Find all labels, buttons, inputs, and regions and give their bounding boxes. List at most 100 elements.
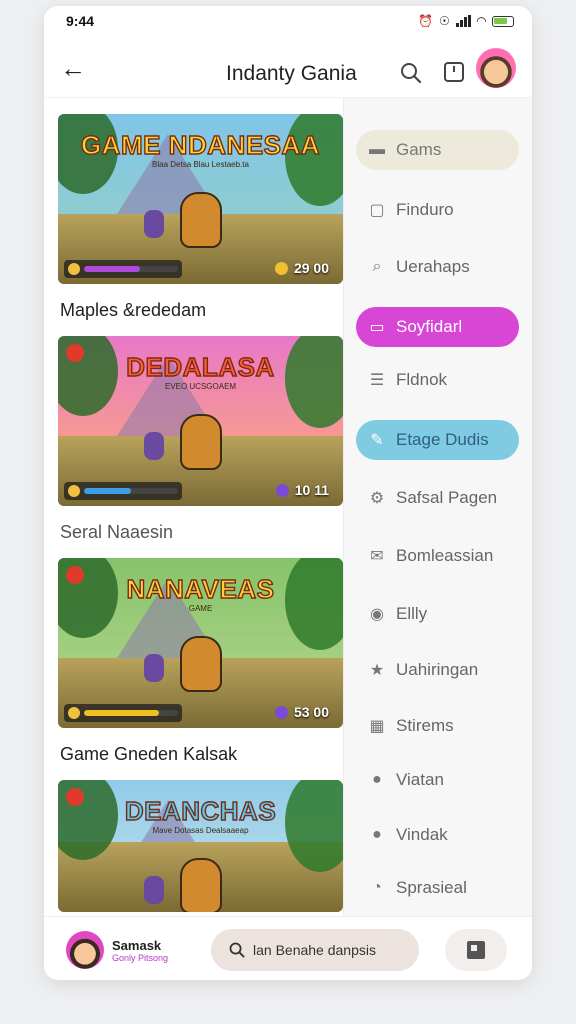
sidebar-item-label: Safsal Pagen bbox=[396, 488, 498, 507]
enemy-character-art bbox=[144, 210, 164, 238]
game-logo-subtitle: GAME bbox=[188, 604, 213, 613]
enemy-character-art bbox=[144, 432, 164, 460]
enemy-character-art bbox=[144, 654, 164, 682]
game-title-label[interactable]: Game Gneden Kalsak bbox=[58, 728, 344, 780]
game-thumbnail[interactable]: GAME NDANESAA Blaa Detsa Blau Lestaeb.ta… bbox=[58, 114, 343, 284]
game-title-label[interactable]: Seral Naaesin bbox=[58, 506, 344, 558]
progress-bar bbox=[84, 488, 178, 494]
game-logo-subtitle: Blaa Detsa Blau Lestaeb.ta bbox=[152, 160, 249, 169]
coin-icon bbox=[274, 261, 288, 275]
coin-icon bbox=[274, 705, 288, 719]
bottom-search-input[interactable]: lan Benahe danpsis bbox=[211, 929, 419, 971]
sidebar-item[interactable]: ▢ Finduro bbox=[356, 190, 519, 230]
score-value: 10 11 bbox=[294, 482, 329, 498]
game-thumbnail[interactable]: DEANCHAS Mave Dotasas Dealsaaeap bbox=[58, 780, 343, 912]
status-icons: ⏰ ☉ ◠ bbox=[418, 14, 514, 28]
hero-character-art bbox=[180, 858, 222, 912]
health-hud bbox=[64, 704, 182, 722]
sidebar-item[interactable]: ✉ Bomleassian bbox=[356, 536, 519, 576]
user-subtitle: Gonly Pitsong bbox=[112, 952, 169, 963]
progress-bar bbox=[84, 710, 178, 716]
expand-icon bbox=[467, 941, 485, 959]
sidebar-item[interactable]: ☰ Fldnok bbox=[356, 360, 519, 400]
alarm-icon: ⏰ bbox=[418, 14, 433, 28]
health-hud bbox=[64, 482, 182, 500]
sidebar-item[interactable]: ◔ Sprasieal bbox=[356, 868, 519, 908]
square-icon: ▭ bbox=[369, 319, 385, 336]
avatar[interactable] bbox=[476, 48, 516, 88]
battery-icon bbox=[492, 15, 514, 27]
hero-character-art bbox=[180, 414, 222, 470]
player-icon bbox=[68, 263, 80, 275]
gear-icon: ⚙ bbox=[369, 490, 385, 507]
sidebar-item-label: Fldnok bbox=[396, 370, 448, 389]
search-icon bbox=[229, 942, 245, 958]
sidebar-item[interactable]: ● Vindak bbox=[356, 815, 519, 855]
game-logo-subtitle: EVEO UCSGOAEM bbox=[164, 382, 237, 391]
live-badge-icon bbox=[66, 344, 84, 362]
sidebar-item-label: Ellly bbox=[396, 604, 428, 623]
document-icon: ▢ bbox=[369, 202, 385, 219]
game-logo-title: NANAVEAS bbox=[126, 574, 275, 604]
status-bar: 9:44 ⏰ ☉ ◠ bbox=[44, 6, 532, 36]
sidebar-item[interactable]: ◉ Ellly bbox=[356, 594, 519, 634]
bottom-bar: Samask Gonly Pitsong lan Benahe danpsis bbox=[44, 916, 532, 980]
score-value: 53 00 bbox=[293, 704, 329, 720]
sidebar-item[interactable]: ⌕ Uerahaps bbox=[356, 247, 519, 287]
sidebar-item-label: Sprasieal bbox=[396, 878, 467, 897]
sidebar-item-label: Gams bbox=[396, 140, 442, 159]
game-logo-title: GAME NDANESAA bbox=[80, 130, 321, 160]
signal-icon bbox=[455, 15, 471, 27]
sidebar-item-label: Vindak bbox=[396, 825, 448, 844]
magnify-icon: ◉ bbox=[370, 606, 384, 623]
game-title-label[interactable]: Maples &rededam bbox=[58, 284, 344, 336]
grid-icon: ▦ bbox=[369, 718, 385, 735]
sidebar-item[interactable]: ✎ Etage Dudis bbox=[356, 420, 519, 460]
hero-character-art bbox=[180, 636, 222, 692]
sidebar-item-label: Finduro bbox=[396, 200, 454, 219]
hero-character-art bbox=[180, 192, 222, 248]
sidebar-item-label: Stirems bbox=[396, 716, 454, 735]
search-icon: ⌕ bbox=[372, 258, 382, 275]
game-thumbnail[interactable]: NANAVEAS GAME 53 00 bbox=[58, 558, 343, 728]
player-icon bbox=[68, 707, 80, 719]
wifi-icon: ◠ bbox=[476, 14, 486, 28]
sidebar: ▬ Gams ▢ Finduro ⌕ Uerahaps ▭ Soyfidarl ☰ Fldnok ✎… bbox=[343, 98, 532, 918]
search-text: lan Benahe danpsis bbox=[253, 942, 376, 958]
health-hud bbox=[64, 260, 182, 278]
notification-icon[interactable] bbox=[444, 62, 464, 82]
sidebar-item-label: Soyfidarl bbox=[396, 317, 463, 336]
enemy-character-art bbox=[144, 876, 164, 904]
sidebar-item[interactable]: ⚙ Safsal Pagen bbox=[356, 478, 519, 518]
game-logo-title: DEANCHAS bbox=[124, 796, 277, 826]
player-icon bbox=[68, 485, 80, 497]
search-icon[interactable] bbox=[400, 62, 422, 84]
game-thumbnail[interactable]: DEDALASA EVEO UCSGOAEM 10 11 bbox=[58, 336, 343, 506]
coin-icon bbox=[275, 483, 289, 497]
score-display: 29 00 bbox=[274, 260, 329, 276]
sidebar-item-label: Bomleassian bbox=[396, 546, 494, 565]
sidebar-item-label: Uerahaps bbox=[396, 257, 470, 276]
card-icon: ☰ bbox=[369, 372, 385, 389]
game-logo-title: DEDALASA bbox=[126, 352, 275, 382]
mail-icon: ✉ bbox=[370, 548, 384, 565]
game-feed: GAME NDANESAA Blaa Detsa Blau Lestaeb.ta… bbox=[58, 114, 344, 912]
sidebar-item-label: Viatan bbox=[396, 770, 444, 789]
back-arrow-icon[interactable]: ← bbox=[60, 55, 86, 81]
folder-icon: ▬ bbox=[369, 141, 385, 158]
sidebar-item[interactable]: ▬ Gams bbox=[356, 130, 519, 170]
sidebar-item[interactable]: ▭ Soyfidarl bbox=[356, 307, 519, 347]
info-icon: ● bbox=[372, 771, 382, 788]
sidebar-item[interactable]: ▦ Stirems bbox=[356, 706, 519, 746]
score-display: 10 11 bbox=[275, 482, 329, 498]
user-avatar[interactable] bbox=[66, 931, 104, 969]
sidebar-item-label: Uahiringan bbox=[396, 660, 479, 679]
score-display: 53 00 bbox=[274, 704, 329, 720]
sidebar-item[interactable]: ★ Uahiringan bbox=[356, 650, 519, 690]
edit-icon: ✎ bbox=[370, 432, 384, 449]
sidebar-item[interactable]: ● Viatan bbox=[356, 760, 519, 800]
vibrate-icon: ☉ bbox=[439, 14, 450, 28]
expand-button[interactable] bbox=[445, 929, 507, 971]
live-badge-icon bbox=[66, 566, 84, 584]
user-profile[interactable]: Samask Gonly Pitsong bbox=[66, 931, 168, 969]
